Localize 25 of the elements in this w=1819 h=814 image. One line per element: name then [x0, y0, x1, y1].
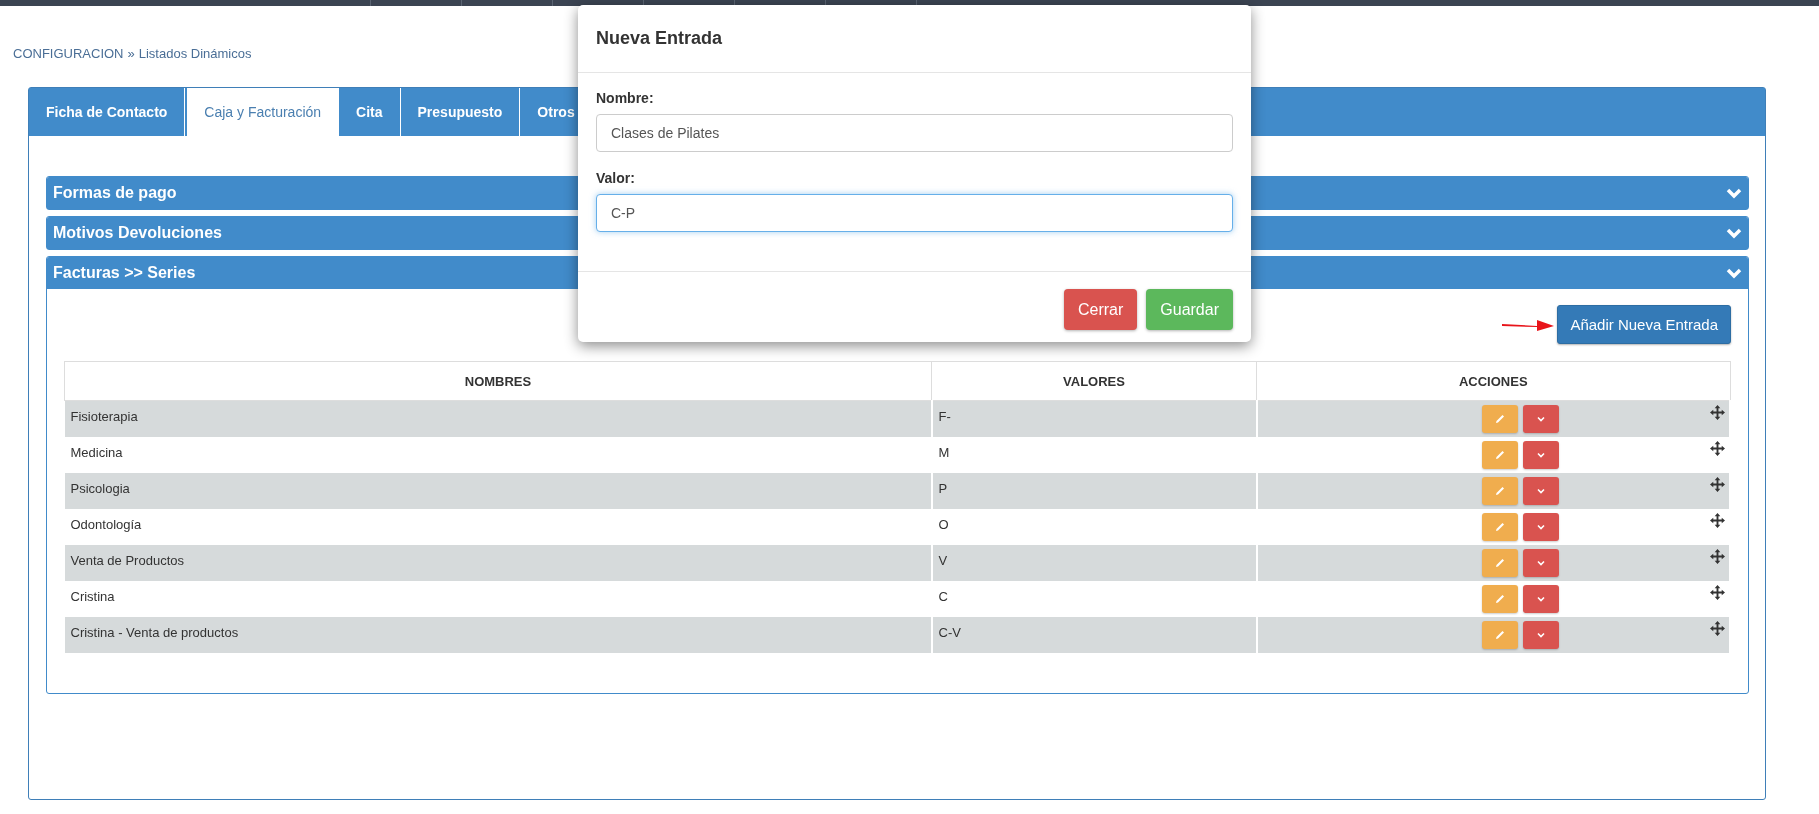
accordion-title: Facturas >> Series	[53, 264, 196, 282]
dialog-title: Nueva Entrada	[596, 28, 723, 49]
table-cell: M	[938, 444, 950, 460]
table-cell: Medicina	[70, 444, 123, 460]
table-cell: Cristina - Venta de productos	[70, 624, 239, 640]
table-cell: Odontología	[70, 516, 142, 532]
breadcrumb-current: Listados Dinámicos	[138, 46, 252, 63]
accordion-title: Formas de pago	[53, 184, 177, 202]
table-cell: P	[938, 480, 948, 496]
table-cell: F-	[938, 408, 951, 424]
table-cell: Venta de Productos	[70, 552, 184, 568]
breadcrumb-separator: »	[127, 46, 135, 63]
field-label: Valor:	[596, 170, 636, 186]
table-cell: Psicologia	[70, 480, 130, 496]
table-cell: Cristina	[70, 588, 115, 604]
column-header: ACCIONES	[1256, 361, 1730, 401]
accordion-title: Motivos Devoluciones	[53, 224, 222, 242]
field-label: Nombre:	[596, 90, 655, 106]
table-cell: V	[938, 552, 948, 568]
table-cell: O	[938, 516, 949, 532]
table-cell: C-V	[938, 624, 961, 640]
table-cell: Fisioterapia	[70, 408, 138, 424]
column-header: NOMBRES	[64, 361, 932, 401]
column-header: VALORES	[931, 361, 1257, 401]
table-cell: C	[938, 588, 948, 604]
